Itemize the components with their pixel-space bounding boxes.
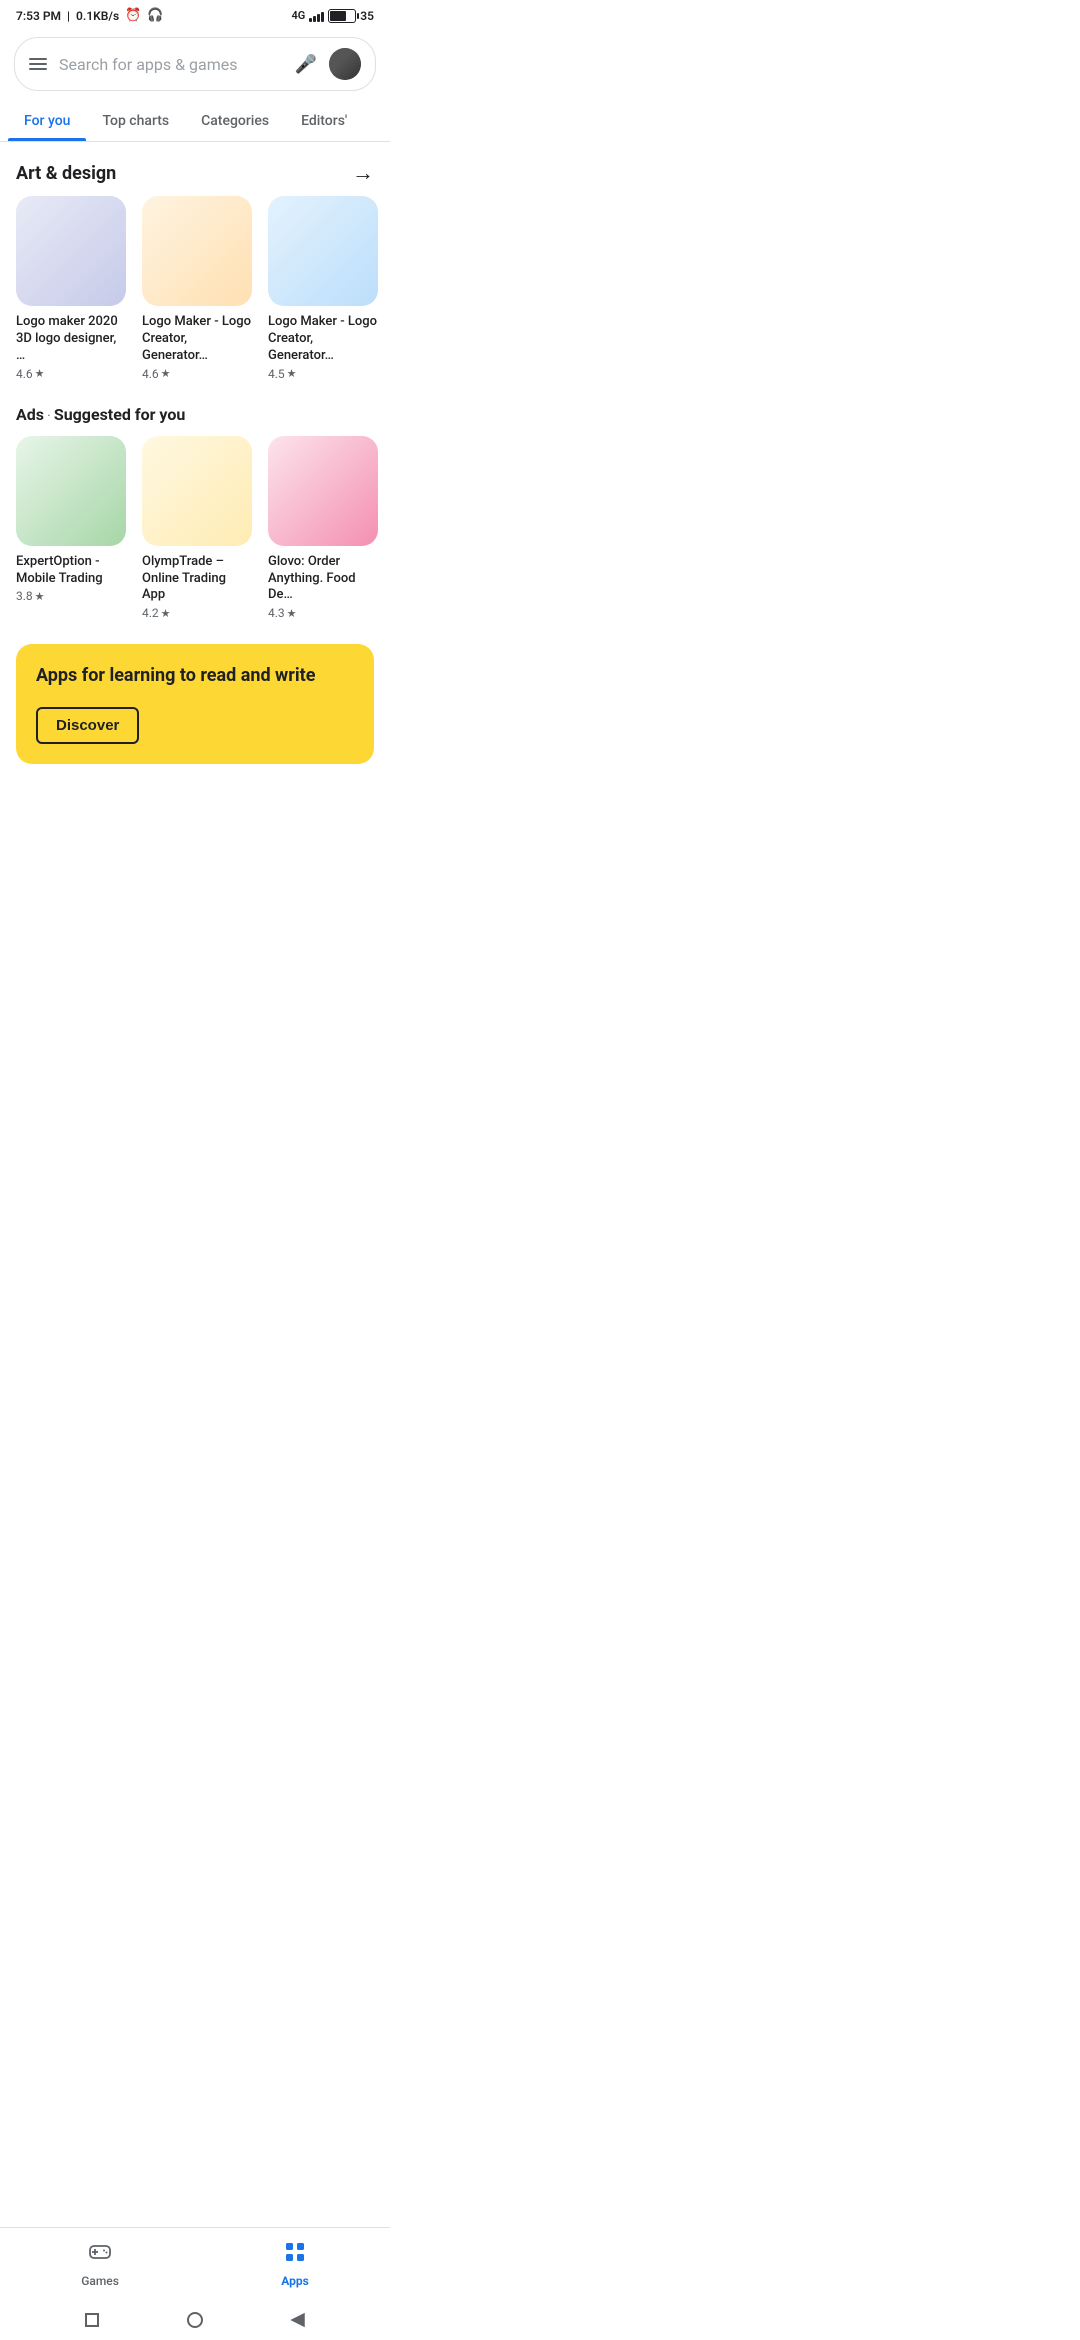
ad-name-2: OlympTrade – Online Trading App xyxy=(142,554,252,605)
ad-rating-2: 4.2 ★ xyxy=(142,606,252,620)
tab-top-charts[interactable]: Top charts xyxy=(86,101,185,141)
star-icon-2: ★ xyxy=(161,367,171,380)
ad-rating-1: 3.8 ★ xyxy=(16,589,126,603)
games-icon xyxy=(88,2240,112,2270)
ad-icon-3 xyxy=(268,436,378,546)
app-icon-3 xyxy=(268,196,378,306)
discover-button[interactable]: Discover xyxy=(36,707,139,744)
android-back-btn[interactable] xyxy=(288,2310,308,2330)
ad-icon-1 xyxy=(16,436,126,546)
ad-name-3: Glovo: Order Anything. Food De… xyxy=(268,554,378,605)
android-nav xyxy=(0,2300,390,2340)
app-icon-1 xyxy=(16,196,126,306)
status-bar: 7:53 PM | 0.1KB/s ⏰ 🎧 4G 35 xyxy=(0,0,390,27)
star-icon-3: ★ xyxy=(287,367,297,380)
tab-categories[interactable]: Categories xyxy=(185,101,285,141)
art-design-arrow[interactable]: → xyxy=(352,160,374,186)
tab-for-you[interactable]: For you xyxy=(8,101,86,141)
battery-level: 35 xyxy=(360,9,374,23)
signal-icon xyxy=(309,10,324,22)
ad-icon-2 xyxy=(142,436,252,546)
avatar[interactable] xyxy=(329,48,361,80)
app-card-2[interactable]: Logo Maker - Logo Creator, Generator… 4.… xyxy=(142,196,252,381)
search-container: Search for apps & games 🎤 xyxy=(0,27,390,101)
ad-star-icon-1: ★ xyxy=(35,590,45,603)
app-icon-2 xyxy=(142,196,252,306)
app-name-1: Logo maker 2020 3D logo designer, … xyxy=(16,314,126,365)
promo-card: Apps for learning to read and write Disc… xyxy=(16,644,374,764)
ads-app-row: ExpertOption - Mobile Trading 3.8 ★ Olym… xyxy=(0,428,390,637)
time: 7:53 PM xyxy=(16,9,61,23)
games-label: Games xyxy=(81,2274,119,2288)
battery-icon xyxy=(328,9,356,23)
ad-star-icon-3: ★ xyxy=(287,607,297,620)
apps-label: Apps xyxy=(281,2274,309,2288)
tab-editors[interactable]: Editors' xyxy=(285,101,363,141)
bottom-nav: Games Apps xyxy=(0,2227,390,2300)
ad-card-2[interactable]: OlympTrade – Online Trading App 4.2 ★ xyxy=(142,436,252,621)
ad-star-icon-2: ★ xyxy=(161,607,171,620)
nav-games[interactable]: Games xyxy=(61,2236,139,2292)
art-design-app-row: Logo maker 2020 3D logo designer, … 4.6 … xyxy=(0,196,390,397)
android-square-btn[interactable] xyxy=(82,2310,102,2330)
ads-section: Ads · Suggested for you xyxy=(0,397,390,424)
network-speed: | xyxy=(67,9,70,23)
mic-icon[interactable]: 🎤 xyxy=(295,54,317,75)
ad-name-1: ExpertOption - Mobile Trading xyxy=(16,554,126,588)
app-rating-1: 4.6 ★ xyxy=(16,367,126,381)
apps-icon xyxy=(283,2240,307,2270)
app-rating-3: 4.5 ★ xyxy=(268,367,378,381)
app-name-3: Logo Maker - Logo Creator, Generator… xyxy=(268,314,378,365)
art-design-title: Art & design xyxy=(16,163,116,184)
promo-title: Apps for learning to read and write xyxy=(36,664,354,687)
status-left: 7:53 PM | 0.1KB/s ⏰ 🎧 xyxy=(16,8,164,23)
carrier-label: 4G xyxy=(291,9,305,22)
android-home-btn[interactable] xyxy=(185,2310,205,2330)
ads-label: Ads · Suggested for you xyxy=(16,405,374,424)
ad-rating-3: 4.3 ★ xyxy=(268,606,378,620)
alarm-icon: ⏰ xyxy=(125,8,141,23)
ad-card-3[interactable]: Glovo: Order Anything. Food De… 4.3 ★ xyxy=(268,436,378,621)
app-card-1[interactable]: Logo maker 2020 3D logo designer, … 4.6 … xyxy=(16,196,126,381)
app-rating-2: 4.6 ★ xyxy=(142,367,252,381)
search-bar[interactable]: Search for apps & games 🎤 xyxy=(14,37,376,91)
tabs-bar: For you Top charts Categories Editors' xyxy=(0,101,390,142)
status-right: 4G 35 xyxy=(291,9,374,23)
headphone-icon: 🎧 xyxy=(147,8,163,23)
nav-apps[interactable]: Apps xyxy=(261,2236,329,2292)
art-design-header: Art & design → xyxy=(0,142,390,196)
star-icon-1: ★ xyxy=(35,367,45,380)
search-placeholder: Search for apps & games xyxy=(59,55,283,74)
network-speed-value: 0.1KB/s xyxy=(76,9,119,23)
app-name-2: Logo Maker - Logo Creator, Generator… xyxy=(142,314,252,365)
ad-card-1[interactable]: ExpertOption - Mobile Trading 3.8 ★ xyxy=(16,436,126,621)
menu-icon[interactable] xyxy=(29,58,47,70)
app-card-3[interactable]: Logo Maker - Logo Creator, Generator… 4.… xyxy=(268,196,378,381)
